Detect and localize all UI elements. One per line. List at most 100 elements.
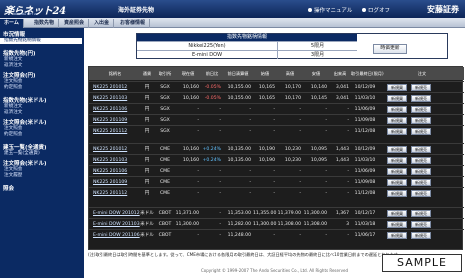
new-buy-button[interactable]: 新規買 — [387, 146, 407, 153]
main-content: 指数先物銘柄情報 Nikkei225(Yen) 5限月 E-mini DOW 3… — [84, 28, 465, 278]
manual-link[interactable]: 操作マニュアル — [308, 6, 352, 14]
sidebar-heading: 注文照会(円) — [3, 73, 36, 79]
table-cell: - — [299, 233, 301, 238]
sidebar-heading: 指数先物(米ドル) — [3, 98, 47, 104]
new-sell-button[interactable]: 新規売 — [411, 84, 431, 91]
table-cell: 11/06/17 — [354, 233, 376, 238]
tab-home[interactable]: ホーム — [0, 19, 24, 28]
table-cell: - — [273, 191, 275, 196]
table-cell: - — [347, 191, 349, 196]
table-cell: - — [197, 129, 199, 134]
column-header: 注文 — [417, 71, 427, 76]
table-cell: - — [197, 233, 199, 238]
sidebar-heading: 注文照会(米ドル) — [3, 161, 47, 167]
logout-label: ログオフ — [368, 8, 391, 14]
table-cell: - — [299, 191, 301, 196]
tab-deposit[interactable]: 入出金 — [90, 19, 115, 28]
product-row: E-mini DOW 3限月 — [137, 50, 357, 59]
column-header: 取引最終日(限月) — [351, 71, 384, 76]
symbol-link[interactable]: NK225 201112 — [91, 126, 139, 137]
product-row: Nikkei225(Yen) 5限月 — [137, 41, 357, 50]
new-sell-button[interactable]: 新規売 — [411, 157, 431, 164]
table-cell: 米ドル — [140, 233, 154, 238]
table-cell: 11,248.00 — [227, 233, 251, 238]
new-sell-button[interactable]: 新規売 — [411, 128, 431, 135]
new-sell-button[interactable]: 新規売 — [411, 232, 431, 239]
table-row: E-mini DOW 201103 米ドル CBOT 11,300.00-11,282… — [89, 218, 464, 229]
new-buy-button[interactable]: 新規買 — [387, 128, 407, 135]
main-tabs: ホーム 指数先物 資産照会 入出金 お客様情報 — [0, 18, 465, 28]
table-cell: 11/12/08 — [354, 129, 376, 134]
update-price-button[interactable]: 時価更新 — [373, 44, 407, 54]
quote-table: 銘柄名 通貨 取引所 現在値 前日比 前日清算値 始値 高値 安値 出来高 取引最終日(限月) 注文 … — [88, 66, 464, 250]
sample-watermark: SAMPLE — [382, 254, 462, 272]
manual-label: 操作マニュアル — [314, 8, 353, 14]
new-sell-button[interactable]: 新規売 — [411, 179, 431, 186]
table-row: NK225 201112 円 CME - - - - - - -11/12/08 新規買 新規売 — [89, 187, 464, 198]
product-info-header: 指数先物銘柄情報 — [137, 34, 357, 41]
symbol-link[interactable]: NK225 201112 — [91, 188, 139, 199]
table-cell: 円 — [144, 191, 150, 196]
table-cell: 11/12/08 — [354, 191, 376, 196]
table-cell: - — [219, 233, 221, 238]
logo-subtitle: RAKURA NET 24 — [14, 12, 38, 16]
new-buy-button[interactable]: 新規買 — [387, 210, 407, 217]
column-header: 安値 — [311, 71, 321, 76]
sidebar-heading: 照会 — [3, 186, 15, 192]
new-sell-button[interactable]: 新規売 — [411, 210, 431, 217]
product-months: 5限月 — [277, 42, 357, 50]
column-header: 高値 — [285, 71, 295, 76]
table-row: NK225 201103 円 SGX 10,160 -0.05% 10,155.00 10,… — [89, 92, 464, 103]
new-sell-button[interactable]: 新規売 — [411, 106, 431, 113]
new-buy-button[interactable]: 新規買 — [387, 232, 407, 239]
new-buy-button[interactable]: 新規買 — [387, 84, 407, 91]
new-buy-button[interactable]: 新規買 — [387, 95, 407, 102]
table-row: E-mini DOW 201012 米ドル CBOT 11,371.00-11,353… — [89, 207, 464, 218]
table-cell: - — [299, 129, 301, 134]
top-header: 楽らネット24 RAKURA NET 24 海外証券先物 操作マニュアル ログオ… — [0, 0, 465, 18]
table-cell: - — [197, 191, 199, 196]
table-row: NK225 201112 円 SGX - - - - - - -11/12/08 新規買 新規売 — [89, 125, 464, 136]
new-buy-button[interactable]: 新規買 — [387, 117, 407, 124]
table-cell: - — [347, 233, 349, 238]
symbol-link[interactable]: E-mini DOW 201106 — [91, 230, 140, 241]
new-buy-button[interactable]: 新規買 — [387, 106, 407, 113]
new-sell-button[interactable]: 新規売 — [411, 146, 431, 153]
column-header: 通貨 — [142, 71, 152, 76]
logout-link[interactable]: ログオフ — [362, 6, 390, 14]
column-header: 前日清算値 — [227, 71, 249, 76]
section-title: 海外証券先物 — [118, 7, 155, 14]
new-buy-button[interactable]: 新規買 — [387, 179, 407, 186]
product-name: Nikkei225(Yen) — [188, 43, 226, 49]
table-row: NK225 201106 円 SGX - - - - - - -11/06/09 新規買 新規売 — [89, 103, 464, 114]
column-header: 銘柄名 — [108, 71, 122, 76]
new-sell-button[interactable]: 新規売 — [411, 221, 431, 228]
bullet-icon — [308, 8, 312, 12]
table-cell: - — [273, 233, 275, 238]
table-row: NK225 201012 円 SGX 10,160 -0.05% 10,155.00 10,… — [89, 81, 464, 92]
new-buy-button[interactable]: 新規買 — [387, 221, 407, 228]
table-cell: 円 — [144, 129, 150, 134]
sidebar-heading: 注文照会(米ドル) — [3, 120, 47, 126]
tab-assets[interactable]: 資産照会 — [60, 19, 90, 28]
new-sell-button[interactable]: 新規売 — [411, 95, 431, 102]
column-header: 取引所 — [158, 71, 172, 76]
table-cell: SGX — [160, 129, 170, 134]
new-buy-button[interactable]: 新規買 — [387, 190, 407, 197]
table-cell: - — [219, 191, 221, 196]
new-sell-button[interactable]: 新規売 — [411, 168, 431, 175]
new-sell-button[interactable]: 新規売 — [411, 117, 431, 124]
new-buy-button[interactable]: 新規買 — [387, 168, 407, 175]
tab-customer-info[interactable]: お客様情報 — [116, 19, 151, 28]
new-sell-button[interactable]: 新規売 — [411, 190, 431, 197]
column-header: 出来高 — [333, 71, 347, 76]
tab-index-futures[interactable]: 指数先物 — [30, 19, 60, 28]
table-row: NK225 201109 円 SGX - - - - - - -11/09/08 新規買 新規売 — [89, 114, 464, 125]
new-buy-button[interactable]: 新規買 — [387, 157, 407, 164]
product-info-box: 指数先物銘柄情報 Nikkei225(Yen) 5限月 E-mini DOW 3… — [136, 33, 448, 59]
table-row: NK225 201109 円 CME - - - - - - -11/09/08 新規買 新規売 — [89, 176, 464, 187]
column-header: 前日比 — [205, 71, 219, 76]
sidebar-heading: 建玉一覧(全通貨) — [3, 145, 47, 151]
table-header: 銘柄名 通貨 取引所 現在値 前日比 前日清算値 始値 高値 安値 出来高 取引最終日(限月) 注文 — [89, 67, 464, 80]
table-row: NK225 201106 円 CME - - - - - - -11/06/09 新規買 新規売 — [89, 165, 464, 176]
